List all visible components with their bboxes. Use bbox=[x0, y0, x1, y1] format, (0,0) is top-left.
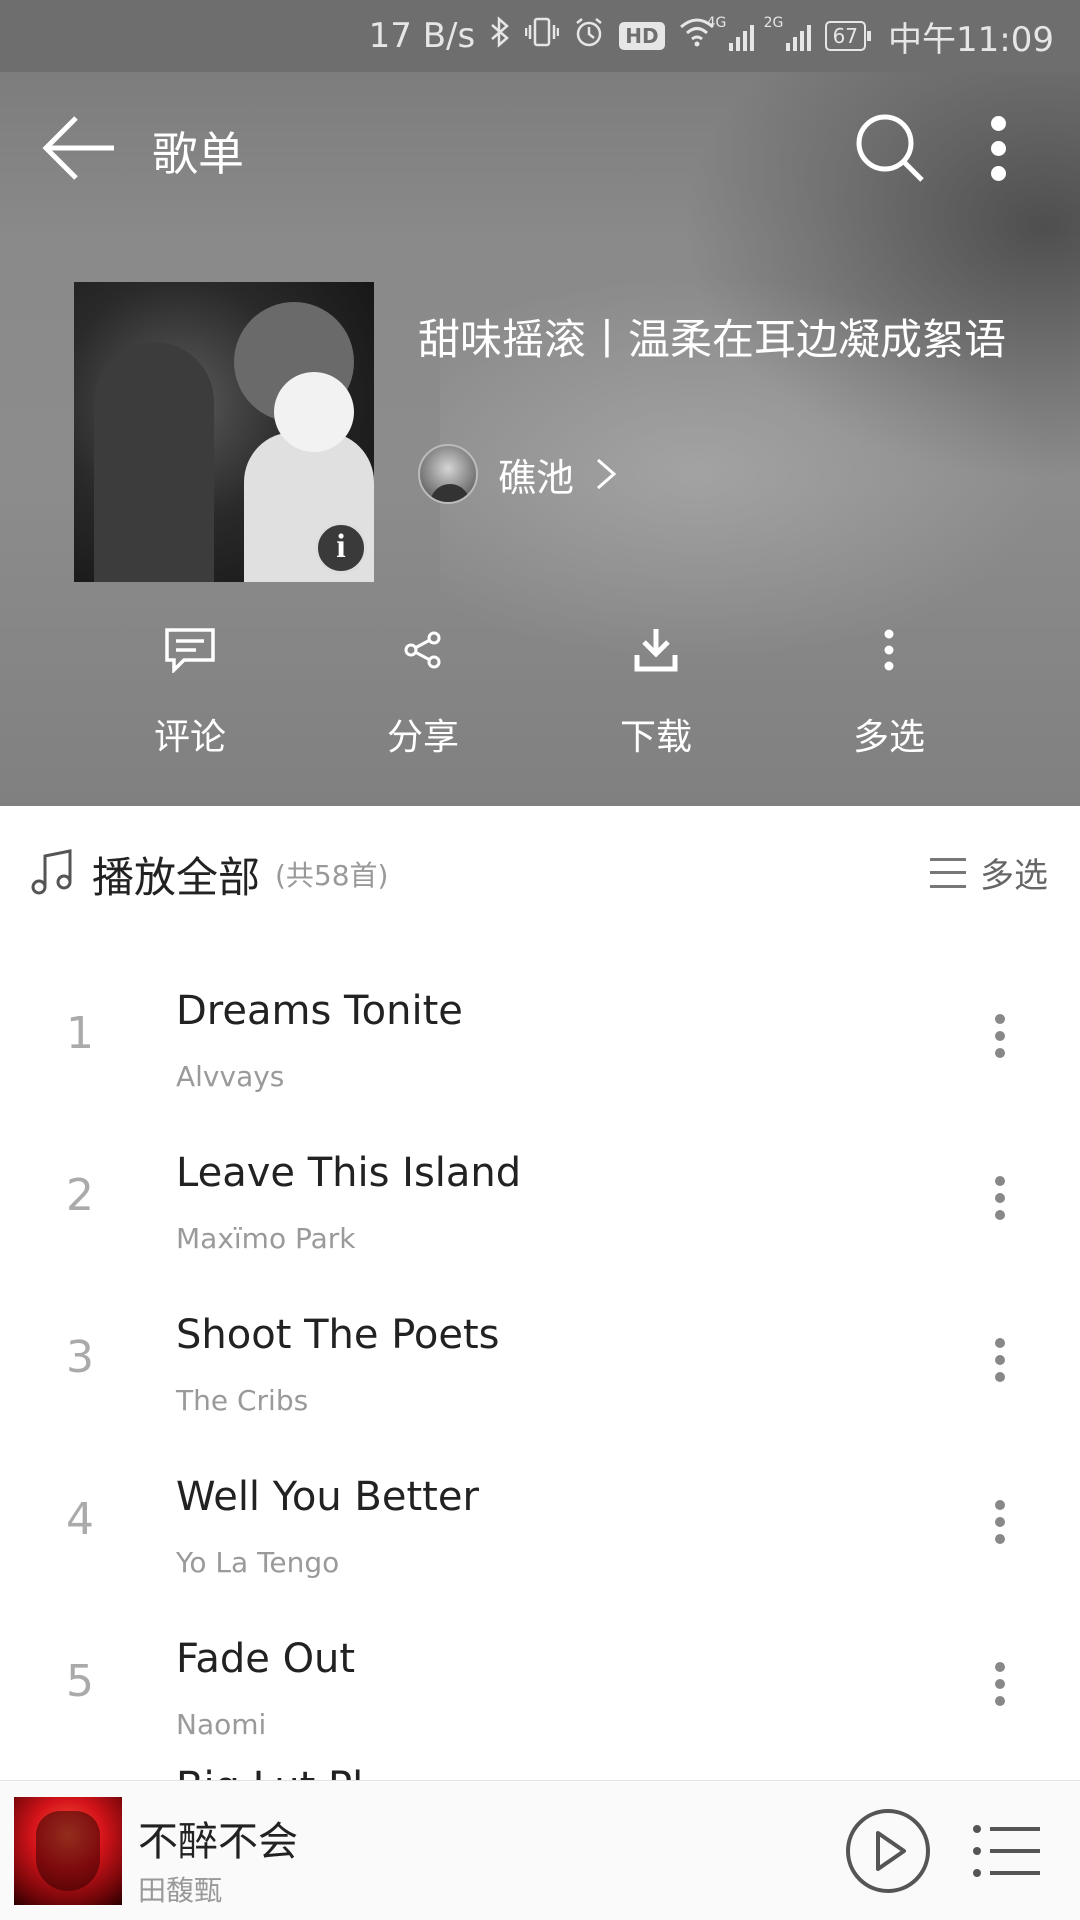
song-title: Leave This Island bbox=[176, 1150, 522, 1196]
search-icon[interactable] bbox=[852, 110, 928, 186]
play-button[interactable] bbox=[846, 1809, 930, 1893]
chevron-right-icon bbox=[597, 458, 617, 490]
creator-name: 礁池 bbox=[498, 455, 575, 500]
playlist-name: 甜味摇滚丨温柔在耳边凝成絮语 bbox=[418, 315, 1007, 364]
clock: 中午11:09 bbox=[888, 19, 1054, 60]
now-playing-artist: 田馥甄 bbox=[138, 1874, 223, 1907]
playlist-header: 17 B/s HD 4G 2G 67 中午11:09 歌单 i 甜味摇滚丨温柔在… bbox=[0, 0, 1080, 806]
multi-select-toggle[interactable]: 多选 bbox=[930, 848, 1048, 897]
battery-icon: 67 bbox=[824, 21, 872, 51]
play-all-row[interactable]: 播放全部 (共58首) 多选 bbox=[0, 806, 1080, 926]
share-icon bbox=[393, 620, 453, 680]
more-vertical-icon[interactable] bbox=[980, 1330, 1020, 1390]
song-artist: Maxïmo Park bbox=[176, 1222, 356, 1255]
share-button[interactable]: 分享 bbox=[343, 620, 503, 760]
track-number: 5 bbox=[66, 1656, 94, 1707]
signal-2g-icon: 2G bbox=[764, 15, 811, 51]
song-artist: Yo La Tengo bbox=[176, 1546, 340, 1579]
track-number: 2 bbox=[66, 1170, 94, 1221]
list-item[interactable]: 5 Fade Out Naomi bbox=[0, 1604, 1080, 1766]
song-list: 播放全部 (共58首) 多选 1 Dreams Tonite Alvvays 2… bbox=[0, 806, 1080, 1796]
avatar bbox=[418, 444, 478, 504]
back-arrow-icon[interactable] bbox=[40, 108, 120, 188]
hd-badge: HD bbox=[619, 22, 665, 50]
network-speed: 17 B/s bbox=[368, 16, 476, 56]
multi-select-text: 多选 bbox=[980, 856, 1048, 896]
comment-label: 评论 bbox=[153, 717, 226, 758]
list-item[interactable]: 4 Well You Better Yo La Tengo bbox=[0, 1442, 1080, 1604]
song-artist: The Cribs bbox=[176, 1384, 309, 1417]
track-number: 3 bbox=[66, 1332, 94, 1383]
playlist-cover[interactable]: i bbox=[74, 282, 374, 582]
comment-button[interactable]: 评论 bbox=[110, 620, 270, 760]
track-number: 1 bbox=[66, 1008, 94, 1059]
download-icon bbox=[626, 620, 686, 680]
page-title: 歌单 bbox=[152, 127, 244, 181]
now-playing-title: 不醉不会 bbox=[138, 1819, 298, 1865]
playlist-icon[interactable] bbox=[972, 1823, 1042, 1879]
action-bar: 评论 分享 下载 多选 bbox=[0, 620, 1080, 770]
more-vertical-icon[interactable] bbox=[970, 108, 1026, 188]
song-title: Well You Better bbox=[176, 1474, 479, 1520]
song-artist: Naomi bbox=[176, 1708, 267, 1741]
more-vertical-icon bbox=[859, 620, 919, 680]
list-item[interactable]: 1 Dreams Tonite Alvvays bbox=[0, 956, 1080, 1118]
song-title: Shoot The Poets bbox=[176, 1312, 500, 1358]
top-bar: 歌单 bbox=[0, 72, 1080, 222]
list-item[interactable]: 2 Leave This Island Maxïmo Park bbox=[0, 1118, 1080, 1280]
track-number: 4 bbox=[66, 1494, 94, 1545]
status-bar: 17 B/s HD 4G 2G 67 中午11:09 bbox=[0, 0, 1080, 72]
info-icon[interactable]: i bbox=[315, 522, 367, 574]
download-label: 下载 bbox=[619, 717, 692, 758]
share-label: 分享 bbox=[386, 717, 459, 758]
list-item[interactable]: 3 Shoot The Poets The Cribs bbox=[0, 1280, 1080, 1442]
now-playing-art[interactable] bbox=[14, 1797, 122, 1905]
song-title: Fade Out bbox=[176, 1636, 356, 1682]
list-icon bbox=[930, 857, 966, 888]
song-artist: Alvvays bbox=[176, 1060, 285, 1093]
more-vertical-icon[interactable] bbox=[980, 1654, 1020, 1714]
vibrate-icon bbox=[524, 16, 560, 56]
more-vertical-icon[interactable] bbox=[980, 1492, 1020, 1552]
signal-4g-icon: 4G bbox=[707, 15, 754, 51]
song-title: Dreams Tonite bbox=[176, 988, 463, 1034]
multi-select-button[interactable]: 多选 bbox=[809, 620, 969, 760]
mini-player[interactable]: 不醉不会 田馥甄 bbox=[0, 1780, 1080, 1920]
song-count: (共58首) bbox=[275, 859, 389, 892]
more-vertical-icon[interactable] bbox=[980, 1006, 1020, 1066]
download-button[interactable]: 下载 bbox=[576, 620, 736, 760]
more-vertical-icon[interactable] bbox=[980, 1168, 1020, 1228]
creator-link[interactable]: 礁池 bbox=[418, 444, 618, 504]
comment-icon bbox=[160, 620, 220, 680]
multi-select-label: 多选 bbox=[852, 717, 925, 758]
music-note-icon bbox=[31, 849, 72, 895]
alarm-icon bbox=[573, 16, 605, 56]
play-icon bbox=[876, 1831, 906, 1871]
play-all-label: 播放全部 bbox=[92, 853, 261, 902]
bluetooth-icon bbox=[489, 16, 511, 56]
